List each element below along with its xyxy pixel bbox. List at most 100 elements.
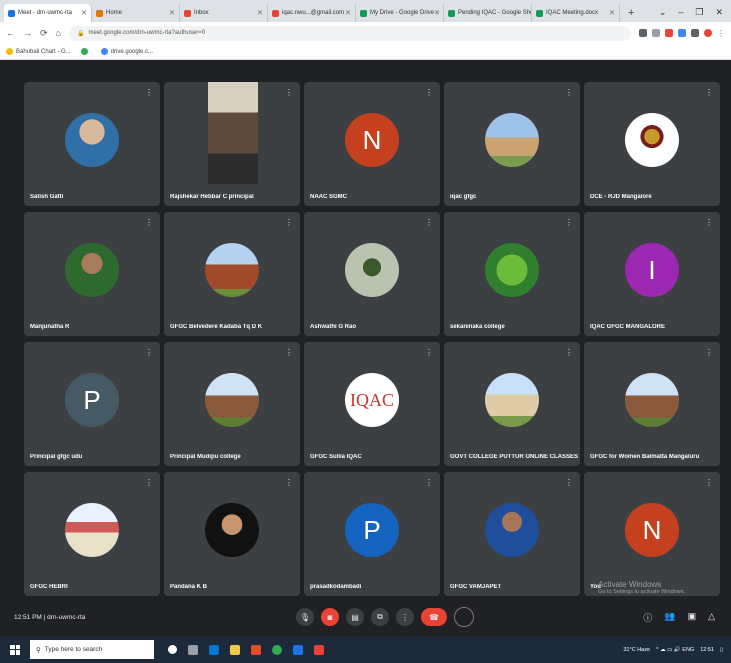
home-icon[interactable]: ⌂ (56, 28, 61, 38)
tray-icons[interactable]: ^ ☁ ▭ 🔊 ENG (656, 647, 694, 653)
bookmark-star-icon[interactable] (652, 29, 660, 37)
participant-tile[interactable]: P ⋮ prasadkodambadi (304, 472, 440, 596)
tab-close-icon[interactable]: ✕ (257, 9, 263, 17)
activities-icon[interactable]: △ (708, 611, 715, 624)
participant-name: GFGC Sullia IQAC (310, 454, 362, 460)
participant-tile[interactable]: IQAC ⋮ GFGC Sullia IQAC (304, 342, 440, 466)
tile-menu-icon[interactable]: ⋮ (705, 88, 713, 97)
edge-icon[interactable] (209, 644, 219, 655)
tab-close-icon[interactable]: ✕ (345, 9, 351, 17)
info-icon[interactable]: ⓘ (643, 611, 652, 624)
tile-menu-icon[interactable]: ⋮ (425, 218, 433, 227)
reload-icon[interactable]: ⟳ (40, 28, 48, 39)
more-button[interactable]: ⋮ (396, 608, 414, 626)
tile-menu-icon[interactable]: ⋮ (565, 348, 573, 357)
tile-menu-icon[interactable]: ⋮ (705, 478, 713, 487)
mic-button[interactable]: 🎙 (296, 608, 314, 626)
profile-avatar[interactable] (704, 29, 712, 37)
participant-tile[interactable]: ⋮ DCE - RJD Mangalore (584, 82, 720, 206)
tile-menu-icon[interactable]: ⋮ (565, 218, 573, 227)
minimize-icon[interactable]: – (678, 7, 683, 17)
tile-menu-icon[interactable]: ⋮ (705, 218, 713, 227)
camera-off-button[interactable]: ◙ (321, 608, 339, 626)
tile-menu-icon[interactable]: ⋮ (285, 478, 293, 487)
browser-tab[interactable]: Pending IQAC - Google Shee✕ (444, 4, 532, 22)
close-icon[interactable]: ✕ (715, 7, 723, 18)
present-button[interactable]: ⧉ (371, 608, 389, 626)
tile-menu-icon[interactable]: ⋮ (145, 218, 153, 227)
end-call-button[interactable]: ☎ (421, 608, 447, 626)
participant-tile[interactable]: P ⋮ Principal gfgc udu (24, 342, 160, 466)
weather-text[interactable]: 31°C Haze (623, 647, 650, 653)
url-field[interactable]: 🔒 meet.google.com/drn-uwmc-rta?authuser=… (68, 25, 631, 41)
new-tab-button[interactable]: + (620, 4, 642, 22)
tile-menu-icon[interactable]: ⋮ (425, 348, 433, 357)
participant-tile[interactable]: N ⋮ You (584, 472, 720, 596)
menu-icon[interactable]: ⋮ (717, 29, 725, 38)
chat-icon[interactable]: ▣ (688, 611, 697, 624)
app-icon[interactable] (293, 644, 303, 655)
participant-tile[interactable]: ⋮ Pandana K B (164, 472, 300, 596)
participant-tile[interactable]: ⋮ Ashwathi G Rao (304, 212, 440, 336)
back-icon[interactable]: ← (6, 28, 15, 38)
tab-close-icon[interactable]: ✕ (81, 9, 87, 17)
participant-tile[interactable]: ⋮ GOVT COLLEGE PUTTUR ONLINE CLASSES Putt… (444, 342, 580, 466)
bookmark-item[interactable]: Bahubali Chart - G... (6, 48, 71, 55)
tile-menu-icon[interactable]: ⋮ (565, 88, 573, 97)
taskbar-search[interactable]: ⚲ Type here to search (30, 640, 154, 659)
tab-search-icon[interactable]: ⌄ (659, 7, 667, 18)
participant-tile[interactable]: ⋮ Satish Gatti (24, 82, 160, 206)
participant-tile[interactable]: ⋮ sekaninaka college (444, 212, 580, 336)
people-icon[interactable]: 👥 (664, 611, 675, 624)
participant-tile[interactable]: ⋮ iqac gfgc (444, 82, 580, 206)
participant-tile[interactable]: I ⋮ IQAC GFGC MANGALORE (584, 212, 720, 336)
tile-menu-icon[interactable]: ⋮ (565, 478, 573, 487)
bookmark-item[interactable]: drive.google.c... (100, 48, 153, 55)
participant-tile[interactable]: ⋮ Principal Mudipu college (164, 342, 300, 466)
browser-tab[interactable]: iqac.nwu...@gmail.com ✕ (268, 4, 356, 22)
notification-icon[interactable]: ▯ (720, 647, 723, 653)
tab-close-icon[interactable]: ✕ (609, 9, 615, 17)
bookmark-item[interactable] (80, 48, 91, 55)
tab-close-icon[interactable]: ✕ (434, 9, 440, 17)
captions-button[interactable]: ▤ (346, 608, 364, 626)
windows-start-icon[interactable] (10, 644, 20, 655)
cortana-icon[interactable] (168, 645, 177, 654)
extension-icon[interactable] (691, 29, 699, 37)
tile-menu-icon[interactable]: ⋮ (425, 88, 433, 97)
tile-menu-icon[interactable]: ⋮ (145, 88, 153, 97)
tile-menu-icon[interactable]: ⋮ (705, 348, 713, 357)
maximize-icon[interactable]: ❐ (695, 7, 703, 18)
chrome-icon[interactable] (272, 644, 282, 655)
participant-tile[interactable]: ⋮ GFGC for Women Balmatta Mangaluru (584, 342, 720, 466)
share-icon[interactable] (639, 29, 647, 37)
clock[interactable]: 12:51 (700, 647, 714, 653)
file-explorer-icon[interactable] (230, 644, 240, 655)
reactions-button[interactable] (454, 607, 474, 627)
tile-menu-icon[interactable]: ⋮ (425, 478, 433, 487)
extension-icon[interactable] (678, 29, 686, 37)
forward-icon[interactable]: → (23, 28, 32, 38)
participant-tile[interactable]: ⋮ Rajshekar Hebbar C principal (164, 82, 300, 206)
extension-icon[interactable] (665, 29, 673, 37)
task-view-icon[interactable] (188, 644, 198, 655)
tile-menu-icon[interactable]: ⋮ (285, 348, 293, 357)
app-icon[interactable] (251, 644, 261, 655)
participant-tile[interactable]: N ⋮ NAAC SGMC (304, 82, 440, 206)
participant-name: sekaninaka college (450, 324, 505, 330)
tile-menu-icon[interactable]: ⋮ (145, 478, 153, 487)
tile-menu-icon[interactable]: ⋮ (285, 218, 293, 227)
browser-tab[interactable]: IQAC Meeting.docx ✕ (532, 4, 620, 22)
participant-tile[interactable]: ⋮ GFGC Belvedere Kadaba Tq D K (164, 212, 300, 336)
browser-tab[interactable]: Inbox ✕ (180, 4, 268, 22)
browser-tab[interactable]: Meet - drn-uwmc-rta ✕ (4, 4, 92, 22)
browser-tab[interactable]: My Drive - Google Drive ✕ (356, 4, 444, 22)
participant-tile[interactable]: ⋮ GFGC HEBRI (24, 472, 160, 596)
tab-close-icon[interactable]: ✕ (169, 9, 175, 17)
participant-tile[interactable]: ⋮ Manjunatha R (24, 212, 160, 336)
participant-tile[interactable]: ⋮ GFGC VAMJAPET (444, 472, 580, 596)
app-icon[interactable] (314, 644, 324, 655)
browser-tab[interactable]: Home ✕ (92, 4, 180, 22)
tile-menu-icon[interactable]: ⋮ (285, 88, 293, 97)
tile-menu-icon[interactable]: ⋮ (145, 348, 153, 357)
